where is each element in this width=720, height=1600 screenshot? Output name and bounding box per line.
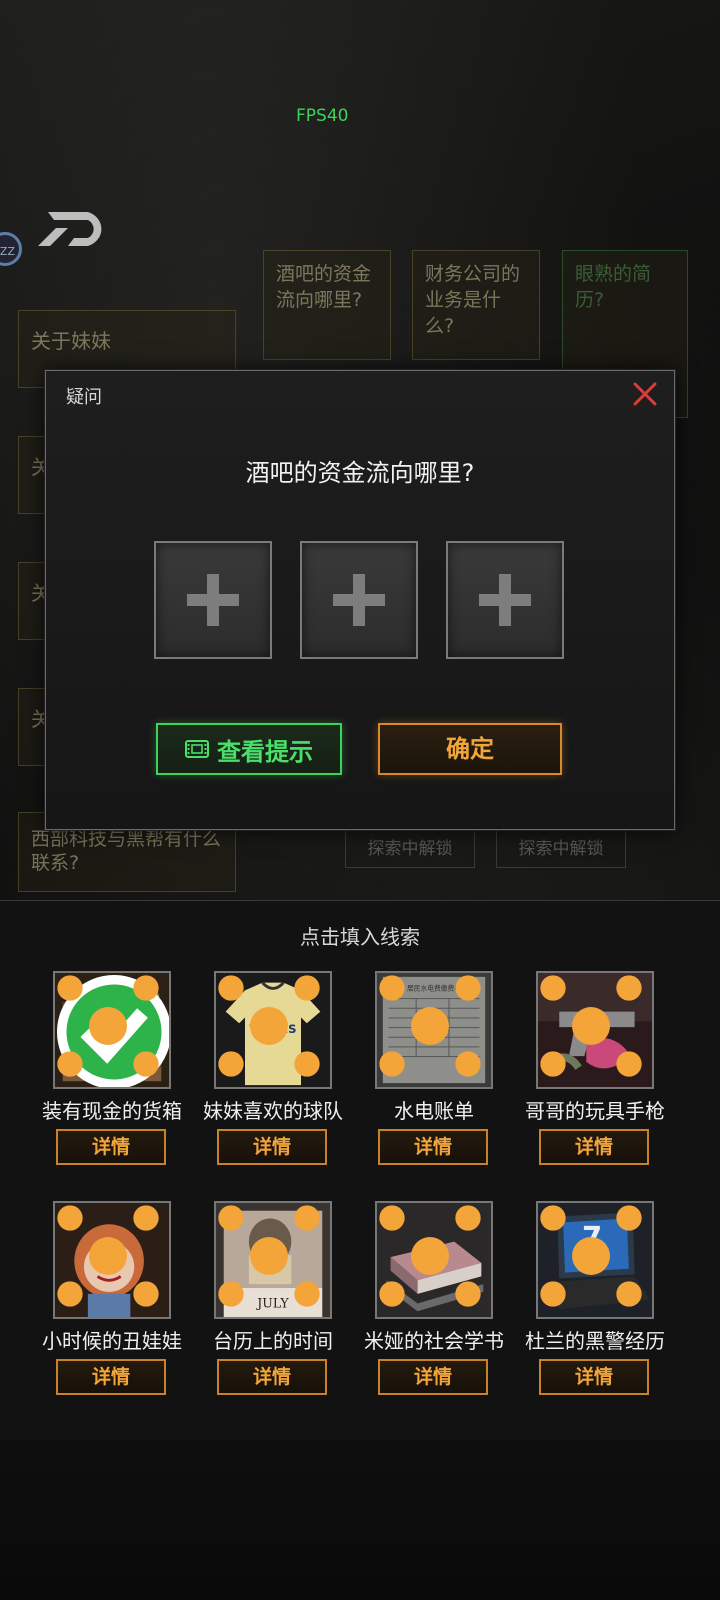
bg-locked-card-1: 探索中解锁 [345, 830, 475, 868]
clue-slot-2[interactable] [300, 541, 418, 659]
detail-button[interactable]: 详情 [217, 1359, 327, 1395]
detail-button[interactable]: 详情 [56, 1359, 166, 1395]
clue-link-icon [57, 1205, 159, 1307]
logo-d-icon [38, 212, 102, 246]
bg-question-card-2[interactable]: 财务公司的业务是什么? [412, 250, 540, 360]
film-icon [185, 740, 209, 758]
laptop-image[interactable]: 7 [536, 1201, 654, 1319]
clue-name: 米娅的社会学书 [364, 1329, 504, 1353]
close-icon[interactable] [630, 379, 660, 409]
clue-link-icon [57, 975, 159, 1077]
clue-link-icon [540, 1205, 642, 1307]
question-text: 酒吧的资金流向哪里? [245, 459, 475, 487]
clue-link-icon [540, 975, 642, 1077]
ugly-doll-image[interactable] [53, 1201, 171, 1319]
detail-button[interactable]: 详情 [539, 1359, 649, 1395]
utility-bill-image[interactable]: 居民水电费缴费单 [375, 971, 493, 1089]
detail-button[interactable]: 详情 [378, 1359, 488, 1395]
plus-icon [479, 574, 531, 626]
clue-name: 台历上的时间 [213, 1329, 333, 1353]
clue-slot-3[interactable] [446, 541, 564, 659]
plus-icon [333, 574, 385, 626]
bg-question-card-1[interactable]: 酒吧的资金流向哪里? [263, 250, 391, 360]
question-dialog: 疑问 酒吧的资金流向哪里? 查看提示 确定 [45, 370, 675, 830]
fps-counter: FPS40 [296, 106, 349, 126]
view-hint-label: 查看提示 [217, 737, 313, 766]
dialog-title: 疑问 [66, 387, 102, 408]
plus-icon [187, 574, 239, 626]
confirm-button[interactable]: 确定 [378, 723, 562, 775]
bg-locked-card-2: 探索中解锁 [496, 830, 626, 868]
toy-gun-image[interactable] [536, 971, 654, 1089]
bottom-area [0, 1440, 720, 1600]
clue-link-icon [218, 975, 320, 1077]
detail-button[interactable]: 详情 [539, 1129, 649, 1165]
clue-name: 装有现金的货箱 [42, 1099, 182, 1123]
view-hint-button[interactable]: 查看提示 [156, 723, 342, 775]
clue-name: 水电账单 [394, 1099, 474, 1123]
clue-name: 妹妹喜欢的球队 [203, 1099, 343, 1123]
desk-calendar-image[interactable]: JULY [214, 1201, 332, 1319]
clue-name: 哥哥的玩具手枪 [525, 1099, 665, 1123]
clue-slot-1[interactable] [154, 541, 272, 659]
clue-panel: 点击填入线索 装有现金的货箱 详情 TIGRES 妹妹喜欢的球队 详情 [0, 900, 720, 1442]
detail-button[interactable]: 详情 [217, 1129, 327, 1165]
detail-button[interactable]: 详情 [378, 1129, 488, 1165]
clue-name: 杜兰的黑警经历 [525, 1329, 665, 1353]
sociology-book-image[interactable] [375, 1201, 493, 1319]
clue-link-icon [379, 975, 481, 1077]
jersey-image[interactable]: TIGRES [214, 971, 332, 1089]
detail-button[interactable]: 详情 [56, 1129, 166, 1165]
cash-crate-image[interactable] [53, 971, 171, 1089]
clue-panel-title: 点击填入线索 [300, 925, 420, 949]
clue-link-icon [379, 1205, 481, 1307]
clue-name: 小时候的丑娃娃 [42, 1329, 182, 1353]
clue-link-icon [218, 1205, 320, 1307]
